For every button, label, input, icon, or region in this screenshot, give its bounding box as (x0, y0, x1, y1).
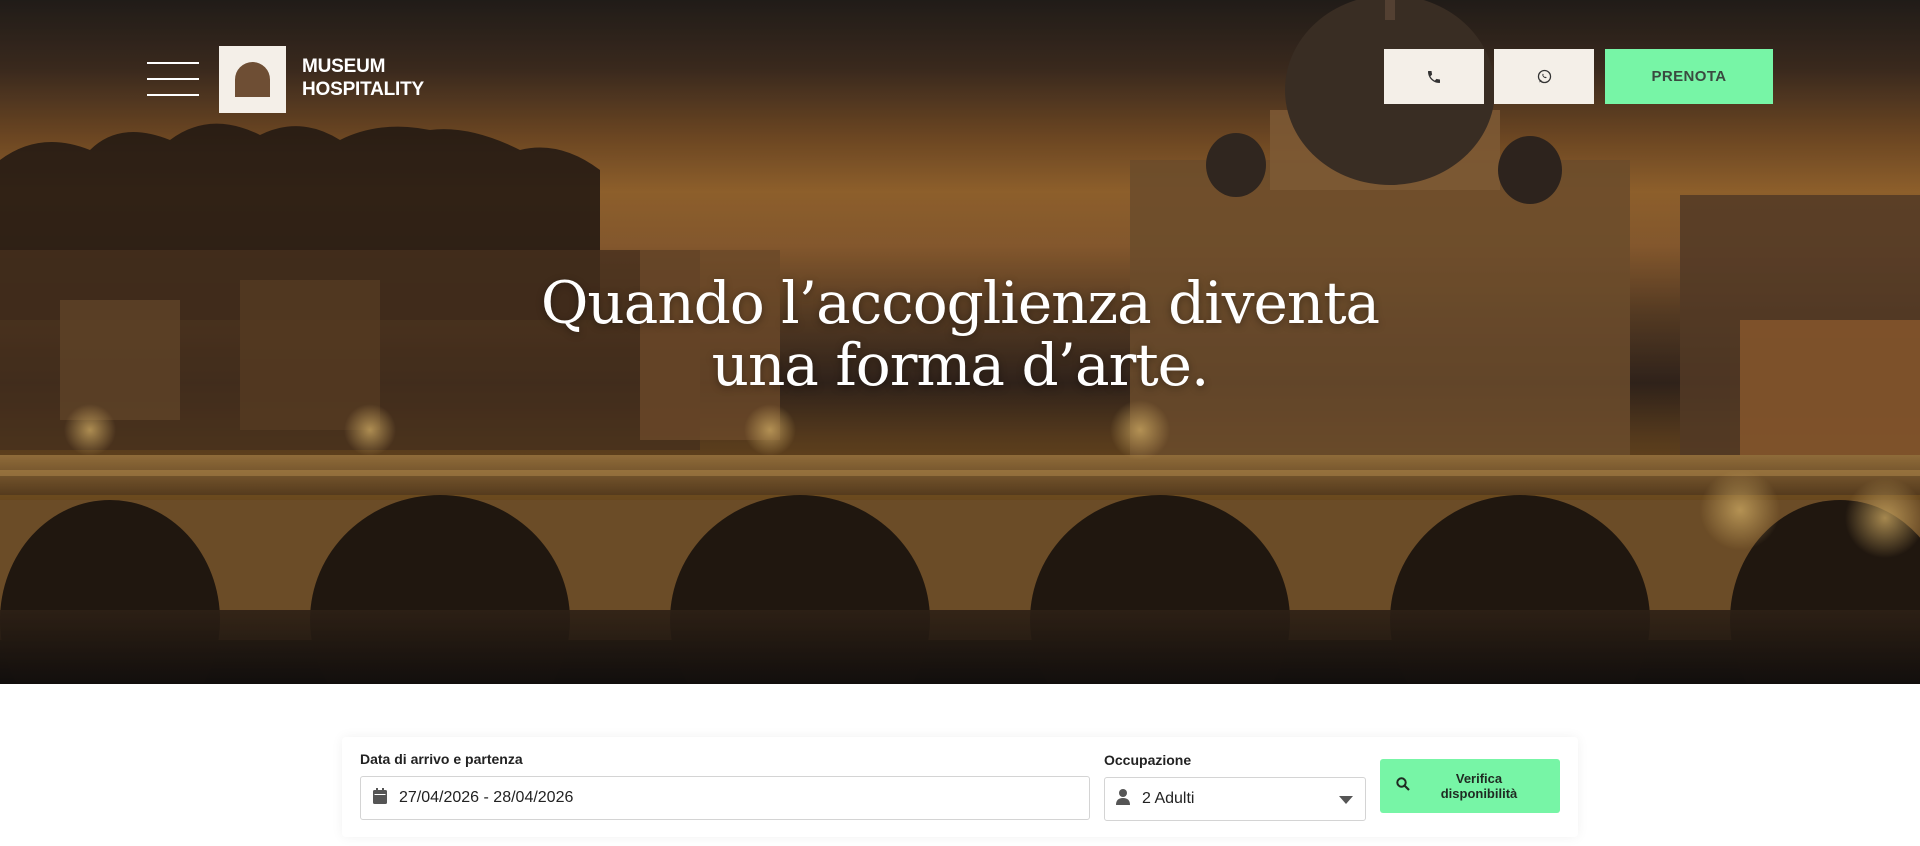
whatsapp-button[interactable] (1494, 49, 1594, 104)
booking-bar: Data di arrivo e partenza 27/04/2026 - 2… (342, 737, 1578, 837)
date-range-label: Data di arrivo e partenza (360, 751, 523, 767)
headline-line-1: Quando l’accoglienza diventa (540, 269, 1380, 337)
date-range-value: 27/04/2026 - 28/04/2026 (399, 789, 574, 806)
logo-text[interactable]: MUSEUM HOSPITALITY (302, 55, 424, 101)
menu-line (147, 94, 199, 96)
whatsapp-icon (1537, 69, 1551, 84)
logo-arch-icon (235, 62, 270, 97)
search-icon (1396, 776, 1410, 796)
phone-icon (1428, 70, 1440, 83)
check-availability-label: Verifica disponibilità (1410, 771, 1560, 801)
date-range-field[interactable]: 27/04/2026 - 28/04/2026 (360, 776, 1090, 820)
occupancy-value: 2 Adulti (1142, 790, 1195, 807)
occupancy-label: Occupazione (1104, 752, 1192, 768)
occupancy-select[interactable]: 2 Adulti (1104, 777, 1366, 821)
phone-button[interactable] (1384, 49, 1484, 104)
check-availability-line-1: Verifica (1455, 771, 1503, 786)
hero-headline: Quando l’accoglienza diventa una forma d… (0, 272, 1920, 396)
menu-line (147, 62, 199, 64)
logo-line-1: MUSEUM (302, 56, 386, 77)
check-availability-button[interactable]: Verifica disponibilità (1380, 759, 1560, 813)
headline-line-2: una forma d’arte. (711, 331, 1210, 399)
book-button[interactable]: PRENOTA (1605, 49, 1773, 104)
check-availability-line-2: disponibilità (1440, 786, 1518, 801)
menu-line (147, 78, 199, 80)
logo-line-2: HOSPITALITY (302, 79, 425, 100)
calendar-icon (373, 787, 387, 809)
hamburger-menu-icon[interactable] (147, 62, 199, 96)
person-icon (1116, 788, 1130, 810)
logo-mark[interactable] (219, 46, 286, 113)
chevron-down-icon (1339, 796, 1353, 804)
